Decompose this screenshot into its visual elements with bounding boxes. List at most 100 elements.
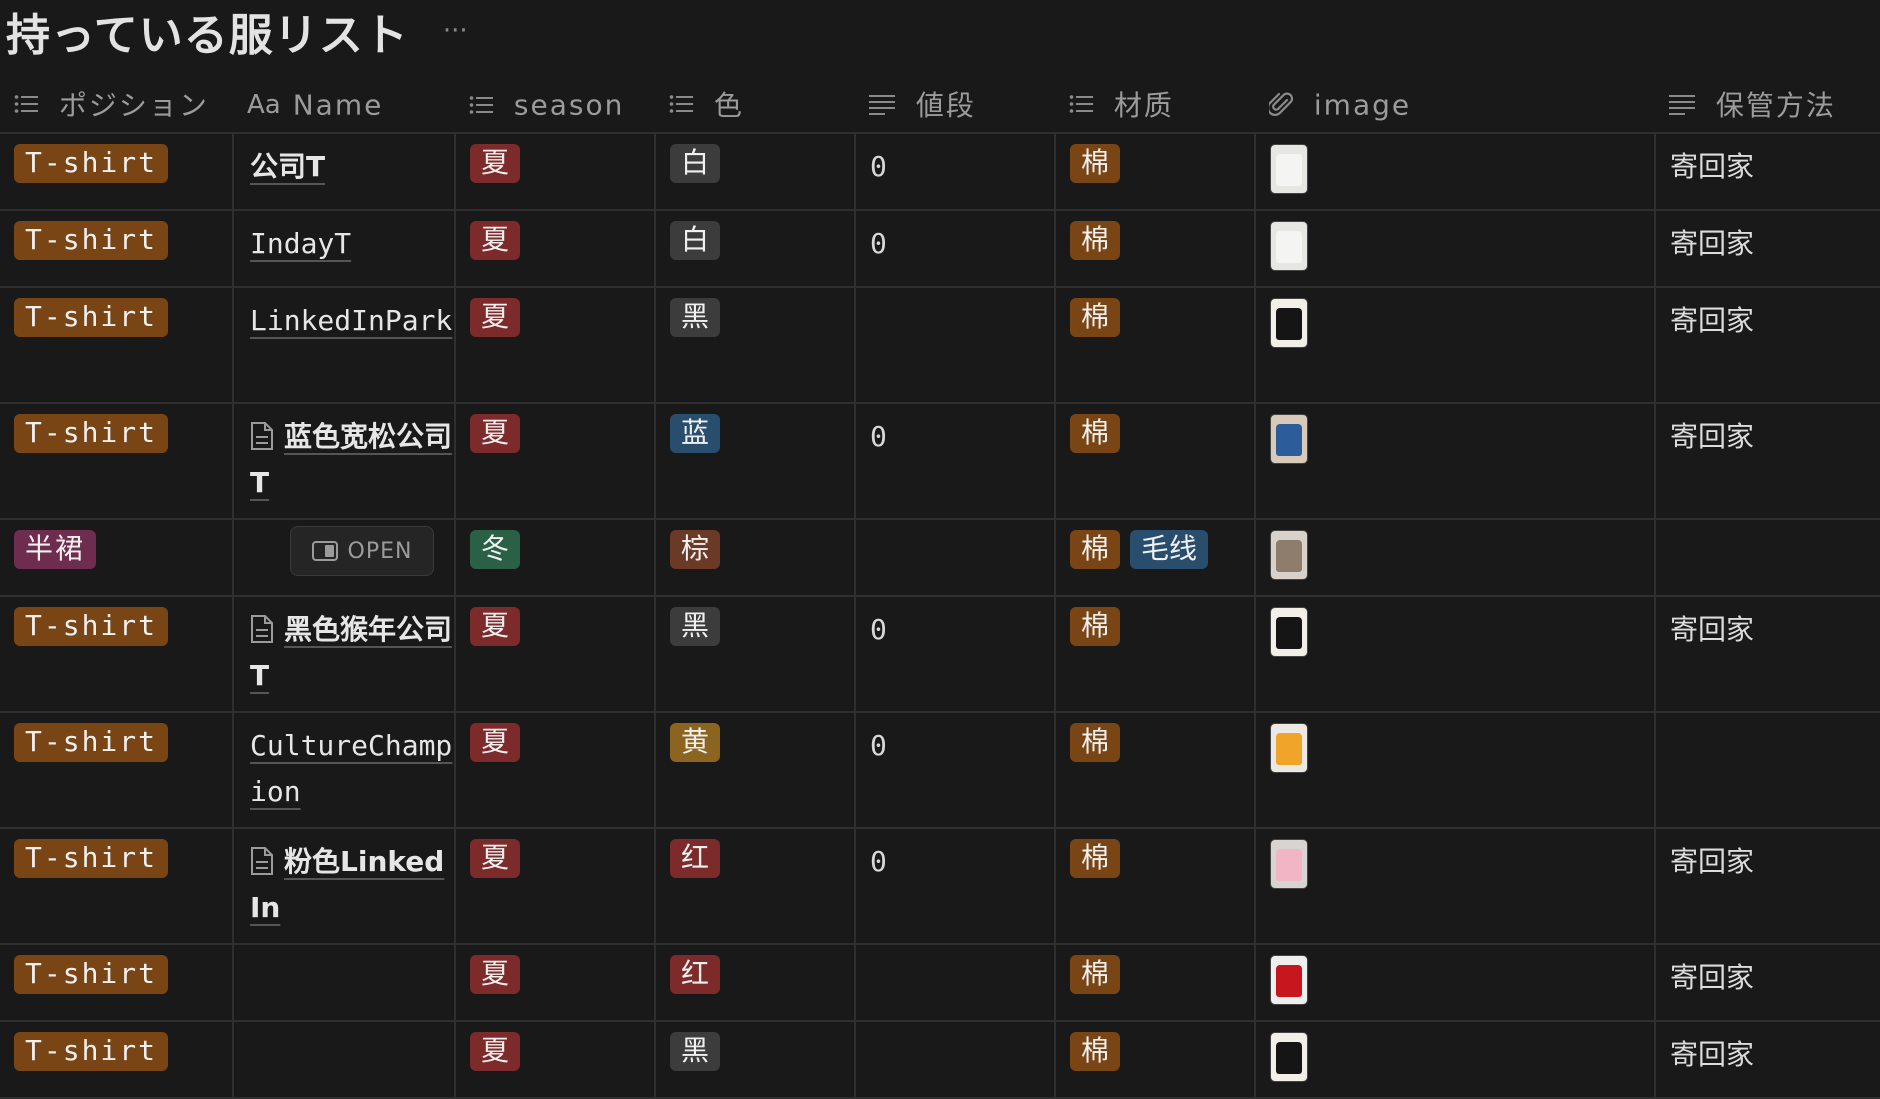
cell-storage[interactable]: [1655, 712, 1880, 829]
cell-storage[interactable]: 寄回家: [1655, 287, 1880, 404]
cell-color[interactable]: 黑: [655, 287, 856, 404]
cell-material[interactable]: 棉: [1055, 596, 1256, 713]
column-header-season[interactable]: season: [455, 76, 655, 134]
cell-position[interactable]: T-shirt: [0, 287, 234, 404]
cell-name[interactable]: [233, 944, 456, 1022]
image-thumbnail[interactable]: [1270, 221, 1308, 271]
cell-season[interactable]: 夏: [455, 712, 656, 829]
cell-color[interactable]: 红: [655, 828, 856, 945]
cell-season[interactable]: 夏: [455, 403, 656, 520]
cell-color[interactable]: 白: [655, 210, 856, 288]
cell-material[interactable]: 棉: [1055, 828, 1256, 945]
row-title-link[interactable]: 蓝色宽松公司T: [250, 420, 452, 499]
row-title-link[interactable]: 粉色LinkedIn: [250, 845, 444, 924]
cell-season[interactable]: 夏: [455, 828, 656, 945]
image-thumbnail[interactable]: [1270, 839, 1308, 889]
cell-season[interactable]: 夏: [455, 944, 656, 1022]
cell-storage[interactable]: 寄回家: [1655, 596, 1880, 713]
cell-name[interactable]: 公司T: [233, 133, 456, 211]
cell-color[interactable]: 红: [655, 944, 856, 1022]
cell-position[interactable]: T-shirt: [0, 944, 234, 1022]
cell-material[interactable]: 棉: [1055, 944, 1256, 1022]
cell-image[interactable]: [1255, 944, 1656, 1022]
row-title-link[interactable]: LinkedInPark: [250, 304, 452, 337]
cell-name[interactable]: 蓝色宽松公司T: [233, 403, 456, 520]
cell-position[interactable]: T-shirt: [0, 712, 234, 829]
cell-color[interactable]: 黄: [655, 712, 856, 829]
cell-storage[interactable]: 寄回家: [1655, 1021, 1880, 1099]
column-header-image[interactable]: image: [1255, 76, 1655, 134]
cell-material[interactable]: 棉: [1055, 287, 1256, 404]
open-button[interactable]: OPEN: [290, 526, 434, 576]
cell-storage[interactable]: 寄回家: [1655, 944, 1880, 1022]
cell-storage[interactable]: [1655, 519, 1880, 597]
cell-image[interactable]: [1255, 519, 1656, 597]
cell-name[interactable]: CultureChampion: [233, 712, 456, 829]
cell-material[interactable]: 棉: [1055, 403, 1256, 520]
cell-price[interactable]: 0: [855, 828, 1056, 945]
cell-position[interactable]: T-shirt: [0, 133, 234, 211]
cell-material[interactable]: 棉: [1055, 712, 1256, 829]
image-thumbnail[interactable]: [1270, 723, 1308, 773]
row-title-link[interactable]: 公司T: [250, 150, 325, 183]
cell-storage[interactable]: 寄回家: [1655, 828, 1880, 945]
row-title-link[interactable]: 黑色猴年公司T: [250, 613, 452, 692]
cell-price[interactable]: [855, 944, 1056, 1022]
cell-position[interactable]: 半裙: [0, 519, 234, 597]
column-header-name[interactable]: Aa Name: [233, 76, 455, 134]
image-thumbnail[interactable]: [1270, 1032, 1308, 1082]
cell-image[interactable]: [1255, 287, 1656, 404]
image-thumbnail[interactable]: [1270, 414, 1308, 464]
cell-name[interactable]: IndayT: [233, 210, 456, 288]
cell-color[interactable]: 蓝: [655, 403, 856, 520]
cell-price[interactable]: 0: [855, 133, 1056, 211]
cell-price[interactable]: 0: [855, 210, 1056, 288]
cell-price[interactable]: 0: [855, 596, 1056, 713]
cell-image[interactable]: [1255, 1021, 1656, 1099]
row-title-link[interactable]: CultureChampion: [250, 729, 452, 808]
cell-price[interactable]: [855, 519, 1056, 597]
cell-color[interactable]: 白: [655, 133, 856, 211]
image-thumbnail[interactable]: [1270, 144, 1308, 194]
cell-position[interactable]: T-shirt: [0, 828, 234, 945]
cell-price[interactable]: [855, 287, 1056, 404]
cell-season[interactable]: 夏: [455, 133, 656, 211]
column-header-price[interactable]: 値段: [855, 76, 1055, 134]
cell-price[interactable]: 0: [855, 712, 1056, 829]
cell-position[interactable]: T-shirt: [0, 1021, 234, 1099]
cell-name[interactable]: LinkedInPark: [233, 287, 456, 404]
column-header-position[interactable]: ポジション: [0, 76, 233, 134]
cell-image[interactable]: [1255, 596, 1656, 713]
cell-material[interactable]: 棉: [1055, 1021, 1256, 1099]
column-header-storage[interactable]: 保管方法: [1655, 76, 1880, 134]
cell-price[interactable]: [855, 1021, 1056, 1099]
cell-season[interactable]: 夏: [455, 287, 656, 404]
cell-image[interactable]: [1255, 403, 1656, 520]
cell-color[interactable]: 黑: [655, 1021, 856, 1099]
cell-material[interactable]: 棉: [1055, 133, 1256, 211]
cell-position[interactable]: T-shirt: [0, 210, 234, 288]
page-title[interactable]: 持っている服リスト: [6, 0, 409, 63]
cell-color[interactable]: 黑: [655, 596, 856, 713]
column-header-material[interactable]: 材质: [1055, 76, 1255, 134]
cell-image[interactable]: [1255, 133, 1656, 211]
cell-season[interactable]: 夏: [455, 210, 656, 288]
image-thumbnail[interactable]: [1270, 298, 1308, 348]
cell-name[interactable]: OPEN: [233, 519, 456, 597]
cell-image[interactable]: [1255, 210, 1656, 288]
cell-price[interactable]: 0: [855, 403, 1056, 520]
cell-material[interactable]: 棉毛线: [1055, 519, 1256, 597]
cell-name[interactable]: [233, 1021, 456, 1099]
cell-material[interactable]: 棉: [1055, 210, 1256, 288]
cell-position[interactable]: T-shirt: [0, 403, 234, 520]
cell-image[interactable]: [1255, 828, 1656, 945]
image-thumbnail[interactable]: [1270, 607, 1308, 657]
row-title-link[interactable]: IndayT: [250, 227, 351, 260]
cell-storage[interactable]: 寄回家: [1655, 133, 1880, 211]
cell-name[interactable]: 黑色猴年公司T: [233, 596, 456, 713]
cell-color[interactable]: 棕: [655, 519, 856, 597]
cell-season[interactable]: 夏: [455, 1021, 656, 1099]
cell-season[interactable]: 冬: [455, 519, 656, 597]
more-options-button[interactable]: ···: [439, 16, 472, 46]
cell-storage[interactable]: 寄回家: [1655, 403, 1880, 520]
